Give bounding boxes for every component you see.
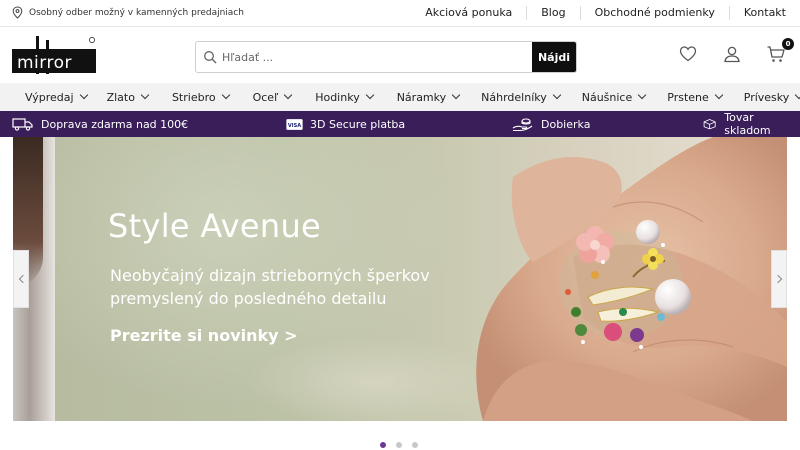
nav-item-label: Zlato [106,90,135,104]
search-input[interactable] [222,42,522,72]
nav-item-label: Náušnice [581,90,633,104]
hand-coin-icon [512,118,533,132]
link-blog[interactable]: Blog [526,6,579,20]
chevron-down-icon [714,90,724,100]
wishlist-button[interactable] [678,44,698,68]
chevron-down-icon [638,90,647,100]
delivery-truck-icon [12,118,33,131]
nav-item-label: Výpredaj [25,90,74,104]
nav-item-sale[interactable]: Výpredaj [25,90,88,104]
nav-item-gold[interactable]: Zlato [106,90,150,104]
chevron-down-icon [552,90,561,100]
benefit-free-shipping: Doprava zdarma nad 100€ [12,111,188,137]
store-pickup-notice: Osobný odber možný v kamenných predajnia… [12,6,244,19]
slider-dot[interactable] [396,442,402,448]
nav-item-label: Prívesky [743,90,790,104]
store-pickup-text: Osobný odber možný v kamenných predajnia… [29,7,244,18]
chevron-down-icon [140,90,150,100]
heart-icon [679,46,697,62]
search-box: Nájdi [195,41,577,73]
cart-button[interactable]: 0 [766,38,794,68]
nav-item-bracelets[interactable]: Náramky [396,90,461,104]
benefit-cash-on-delivery-text: Dobierka [541,117,591,131]
slider-next-button[interactable] [771,250,787,308]
chevron-down-icon [365,90,374,100]
account-button[interactable] [722,44,742,68]
nav-item-label: Oceľ [252,90,279,104]
nav-item-silver[interactable]: Striebro [171,90,230,104]
nav-item-label: Náramky [396,90,447,104]
nav-item-label: Náhrdelníky [481,90,547,104]
site-header: mirror Nájdi 0 [0,27,800,83]
chevron-down-icon [451,90,461,100]
search-icon [204,51,217,64]
chevron-down-icon [221,90,230,100]
nav-item-pendants[interactable]: Prívesky [744,91,800,104]
benefit-in-stock: Tovar skladom [702,111,800,137]
chevron-down-icon [795,90,800,100]
link-terms[interactable]: Obchodné podmienky [579,6,729,20]
nav-item-steel[interactable]: Oceľ [252,90,293,104]
cart-count-badge: 0 [782,38,794,50]
nav-item-label: Hodinky [315,90,360,104]
benefits-bar: Doprava zdarma nad 100€ VISA 3D Secure p… [0,111,800,137]
nav-item-watches[interactable]: Hodinky [315,90,374,104]
benefit-cash-on-delivery: Dobierka [512,111,590,137]
nav-item-label: Striebro [171,90,216,104]
hero-slider[interactable]: Style Avenue Neobyčajný dizajn strieborn… [13,137,787,421]
location-pin-icon [12,6,23,19]
user-icon [724,46,740,63]
visa-text: VISA [288,122,301,128]
category-nav: Výpredaj Zlato Striebro Oceľ Hodinky Nár… [0,83,800,111]
search-button[interactable]: Nájdi [532,42,576,72]
visa-card-icon: VISA [286,118,303,130]
chevron-down-icon [79,90,88,100]
chevron-left-icon [18,274,27,284]
nav-item-rings[interactable]: Prstene [667,90,724,104]
mirror-logo[interactable]: mirror [12,36,96,74]
link-special-offers[interactable]: Akciová ponuka [411,6,526,20]
top-links: Akciová ponuka Blog Obchodné podmienky K… [411,0,800,26]
link-contact[interactable]: Kontakt [728,6,800,20]
benefit-in-stock-text: Tovar skladom [724,111,771,137]
benefit-secure-payment: VISA 3D Secure platba [286,111,405,137]
hero-subtitle: Neobyčajný dizajn strieborných šperkov p… [110,266,430,308]
nav-item-necklaces[interactable]: Náhrdelníky [481,90,561,104]
slider-prev-button[interactable] [13,250,29,308]
benefit-free-shipping-text: Doprava zdarma nad 100€ [41,117,189,131]
nav-item-earrings[interactable]: Náušnice [581,90,647,104]
slider-dots [380,442,418,448]
hero-title: Style Avenue [108,207,322,245]
slider-dot[interactable] [412,442,418,448]
hero-cta-link[interactable]: Prezrite si novinky > [110,326,298,345]
top-utility-bar: Osobný odber možný v kamenných predajnia… [0,0,800,27]
chevron-down-icon [283,90,293,100]
logo-text: mirror [17,53,72,73]
chevron-right-icon [773,274,782,284]
benefit-secure-payment-text: 3D Secure platba [310,117,406,131]
nav-item-label: Prstene [667,90,709,104]
slider-dot[interactable] [380,442,386,448]
box-icon [703,119,716,130]
